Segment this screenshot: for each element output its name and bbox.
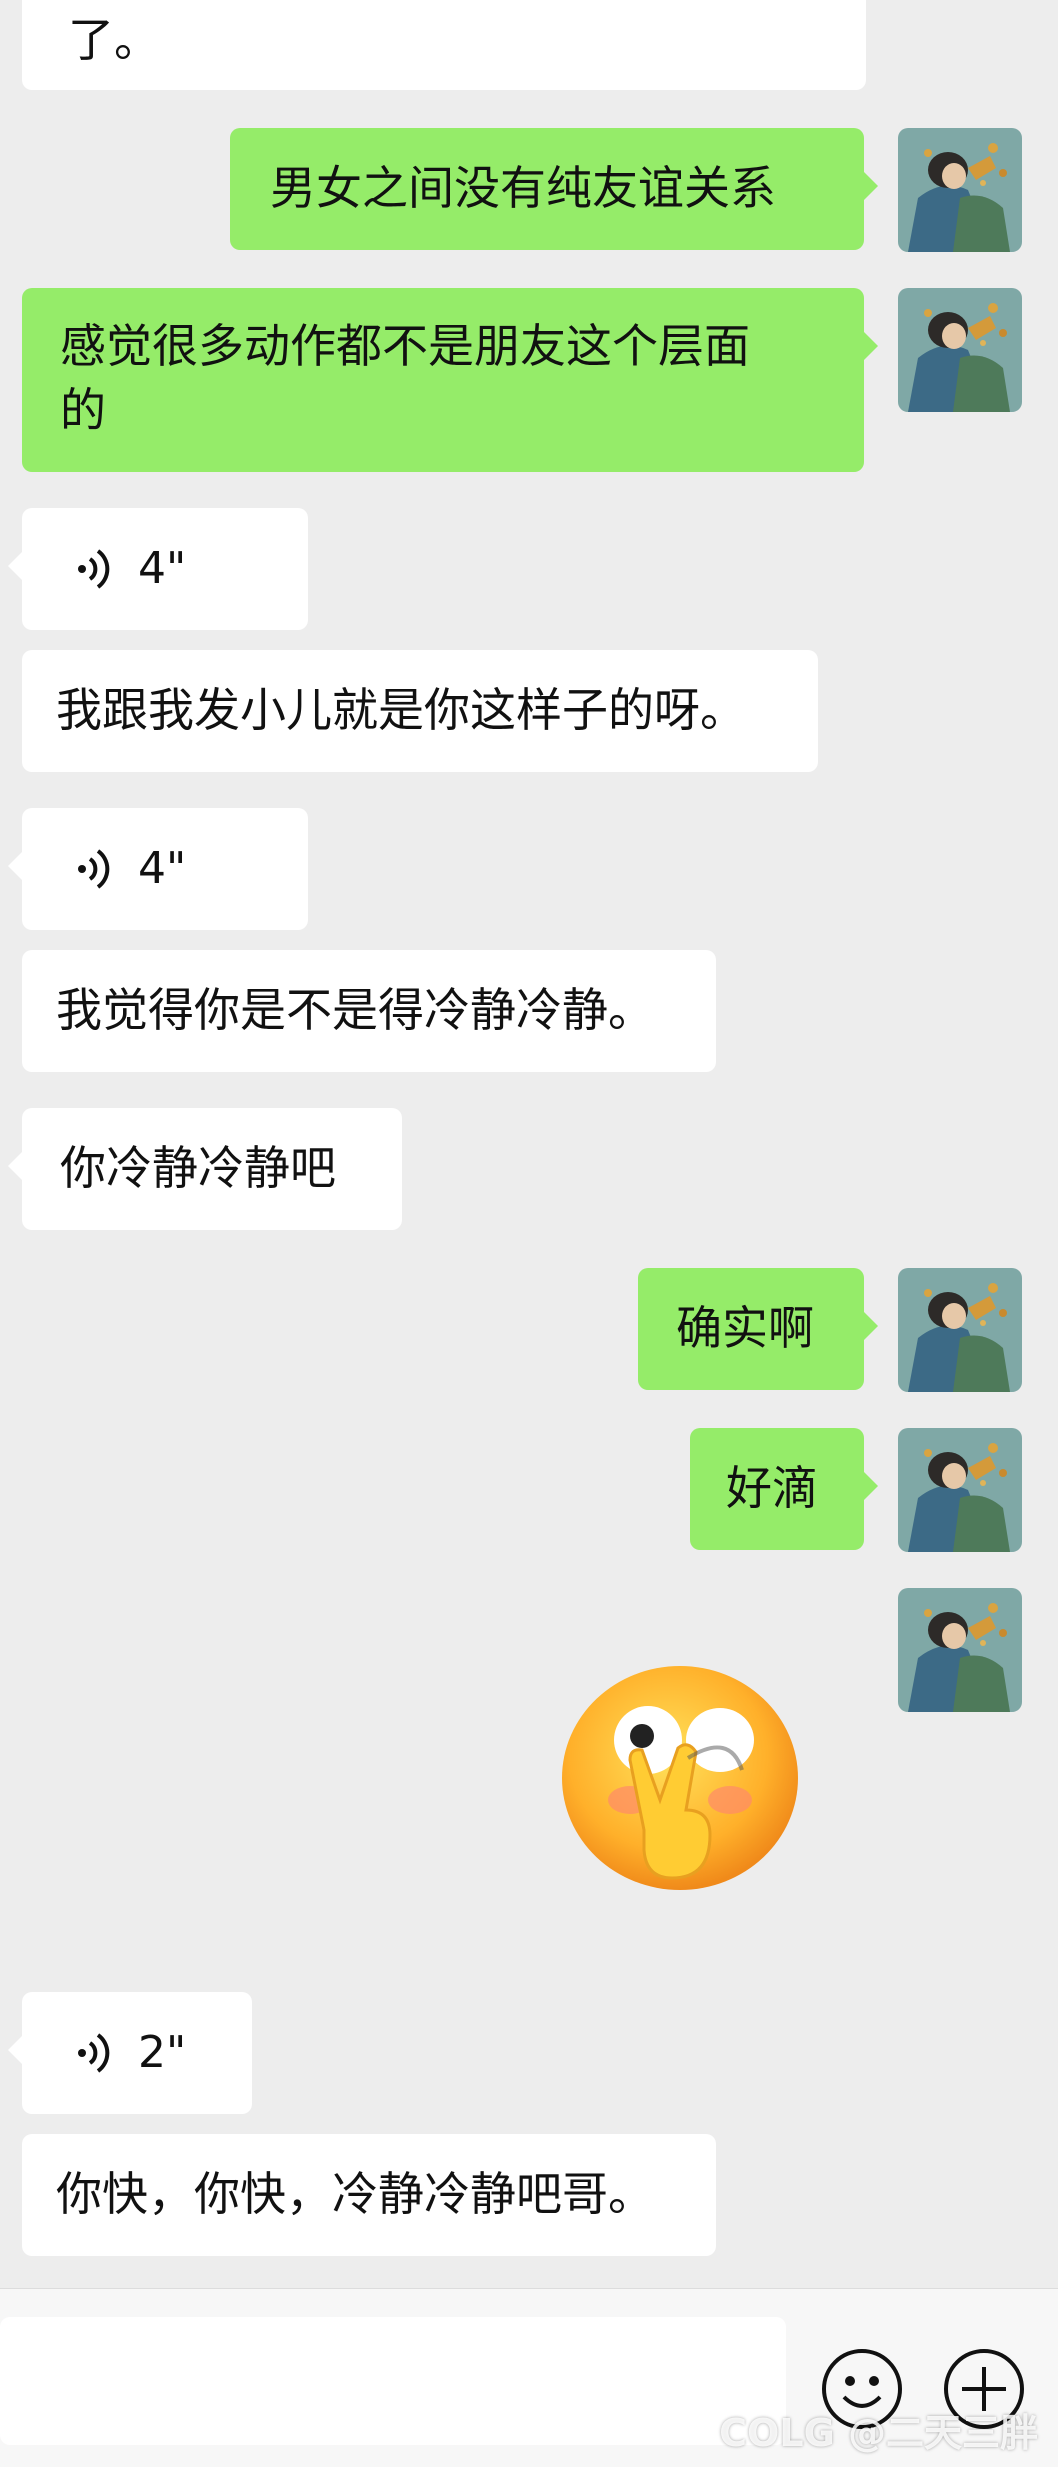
- message-received[interactable]: 你冷静冷静吧: [8, 1108, 402, 1230]
- voice-duration: 4": [138, 543, 187, 594]
- voice-message[interactable]: 2": [8, 1992, 252, 2114]
- voice-wave-icon: [78, 549, 110, 589]
- avatar[interactable]: [898, 1268, 1022, 1392]
- watermark: COLG @二天三胖: [719, 2411, 1038, 2455]
- avatar-image: [898, 1588, 1022, 1712]
- avatar-image: [898, 1428, 1022, 1552]
- avatar-image: [898, 288, 1022, 412]
- message-text: 确实啊: [676, 1301, 814, 1355]
- message-input[interactable]: [0, 2317, 786, 2445]
- emoji-sticker[interactable]: [560, 1660, 810, 1910]
- voice-wave-icon: [78, 2033, 110, 2073]
- voice-duration: 2": [138, 2027, 187, 2078]
- message-text: 你冷静冷静吧: [60, 1141, 336, 1195]
- message-sent[interactable]: 男女之间没有纯友谊关系: [230, 128, 878, 250]
- message-text: 我跟我发小儿就是你这样子的呀。: [56, 683, 746, 737]
- message-text: 了。: [68, 13, 160, 67]
- voice-message[interactable]: 4": [8, 808, 308, 930]
- voice-duration: 4": [138, 843, 187, 894]
- avatar[interactable]: [898, 288, 1022, 412]
- avatar-image: [898, 128, 1022, 252]
- avatar[interactable]: [898, 1428, 1022, 1552]
- avatar-image: [898, 1268, 1022, 1392]
- message-text-line: 感觉很多动作都不是朋友这个层面: [60, 319, 750, 373]
- voice-message[interactable]: 4": [8, 508, 308, 630]
- message-text: 你快，你快，冷静冷静吧哥。: [56, 2167, 654, 2221]
- message-text-line: 的: [60, 383, 106, 437]
- message-received[interactable]: 了。: [22, 0, 866, 90]
- message-sent[interactable]: 好滴: [690, 1428, 878, 1550]
- message-received[interactable]: 我觉得你是不是得冷静冷静。: [22, 950, 716, 1072]
- message-sent[interactable]: 感觉很多动作都不是朋友这个层面 的: [22, 288, 878, 472]
- message-sent[interactable]: 确实啊: [638, 1268, 878, 1390]
- avatar[interactable]: [898, 128, 1022, 252]
- message-text: 好滴: [726, 1461, 818, 1515]
- avatar[interactable]: [898, 1588, 1022, 1712]
- message-text: 男女之间没有纯友谊关系: [270, 161, 776, 215]
- voice-wave-icon: [78, 849, 110, 889]
- message-received[interactable]: 你快，你快，冷静冷静吧哥。: [22, 2134, 716, 2256]
- message-text: 我觉得你是不是得冷静冷静。: [56, 983, 654, 1037]
- message-received[interactable]: 我跟我发小儿就是你这样子的呀。: [22, 650, 818, 772]
- input-bar: COLG @二天三胖: [0, 2288, 1058, 2467]
